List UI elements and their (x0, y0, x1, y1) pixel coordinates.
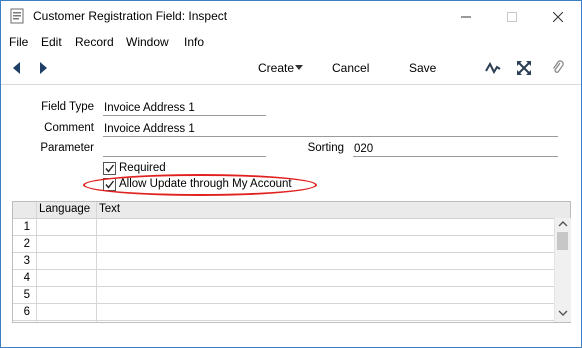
column-header-text: Text (99, 203, 121, 215)
toolbar: Create Cancel Save (1, 53, 581, 85)
table-row[interactable]: 2 (13, 236, 554, 253)
create-button[interactable]: Create (258, 61, 294, 75)
required-checkbox[interactable] (103, 162, 116, 175)
column-divider (96, 202, 97, 322)
menu-edit[interactable]: Edit (41, 35, 62, 49)
row-number: 6 (23, 306, 30, 318)
row-number: 5 (23, 289, 30, 301)
row-number: 1 (23, 221, 30, 233)
highlight-ellipse (83, 174, 317, 196)
maximize-icon (507, 11, 517, 22)
parameter-input[interactable] (103, 142, 266, 157)
menu-window[interactable]: Window (126, 35, 169, 49)
sorting-label: Sorting (307, 142, 344, 154)
scroll-up-icon[interactable] (558, 220, 568, 228)
minimize-button[interactable] (443, 1, 489, 32)
menu-info[interactable]: Info (184, 35, 204, 49)
close-button[interactable] (535, 1, 581, 32)
sparkline-icon[interactable] (485, 60, 501, 76)
table-row[interactable]: 1 (13, 219, 554, 236)
comment-input[interactable]: Invoice Address 1 (103, 122, 558, 137)
parameter-label: Parameter (40, 142, 94, 154)
title-bar: Customer Registration Field: Inspect (1, 1, 581, 32)
comment-label: Comment (44, 122, 94, 134)
table-row[interactable]: 6 (13, 304, 554, 321)
required-label: Required (119, 162, 166, 174)
app-icon (10, 8, 24, 24)
dropdown-arrow-icon[interactable] (295, 65, 303, 71)
maximize-button[interactable] (489, 1, 535, 32)
table-row[interactable]: 3 (13, 253, 554, 270)
menu-record[interactable]: Record (75, 35, 114, 49)
prev-record-icon[interactable] (11, 61, 23, 75)
vertical-scrollbar[interactable] (554, 218, 571, 322)
field-type-label: Field Type (41, 101, 94, 113)
minimize-icon (461, 16, 471, 18)
column-divider (36, 202, 37, 322)
inspect-window: Customer Registration Field: Inspect Fil… (0, 0, 582, 348)
table-row[interactable]: 4 (13, 270, 554, 287)
menu-file[interactable]: File (9, 35, 28, 49)
form-area: Field Type Invoice Address 1 Comment Inv… (1, 85, 581, 347)
menu-bar: File Edit Record Window Info (1, 32, 581, 52)
next-record-icon[interactable] (37, 61, 49, 75)
field-type-input[interactable]: Invoice Address 1 (103, 101, 266, 116)
save-button[interactable]: Save (409, 61, 436, 75)
row-number: 2 (23, 238, 30, 250)
window-title: Customer Registration Field: Inspect (33, 9, 228, 23)
paperclip-icon[interactable] (550, 60, 566, 76)
checkmark-icon (105, 164, 115, 173)
row-number: 3 (23, 255, 30, 267)
cancel-button[interactable]: Cancel (332, 61, 369, 75)
sorting-input[interactable]: 020 (353, 142, 558, 157)
scrollbar-thumb[interactable] (557, 232, 568, 250)
row-number: 4 (23, 272, 30, 284)
column-header-language: Language (39, 203, 91, 215)
expand-icon[interactable] (516, 60, 532, 76)
scroll-down-icon[interactable] (558, 309, 568, 317)
close-icon (552, 11, 564, 23)
table-row[interactable]: 5 (13, 287, 554, 304)
language-text-grid: Language Text 1 2 3 4 5 6 (12, 201, 571, 323)
